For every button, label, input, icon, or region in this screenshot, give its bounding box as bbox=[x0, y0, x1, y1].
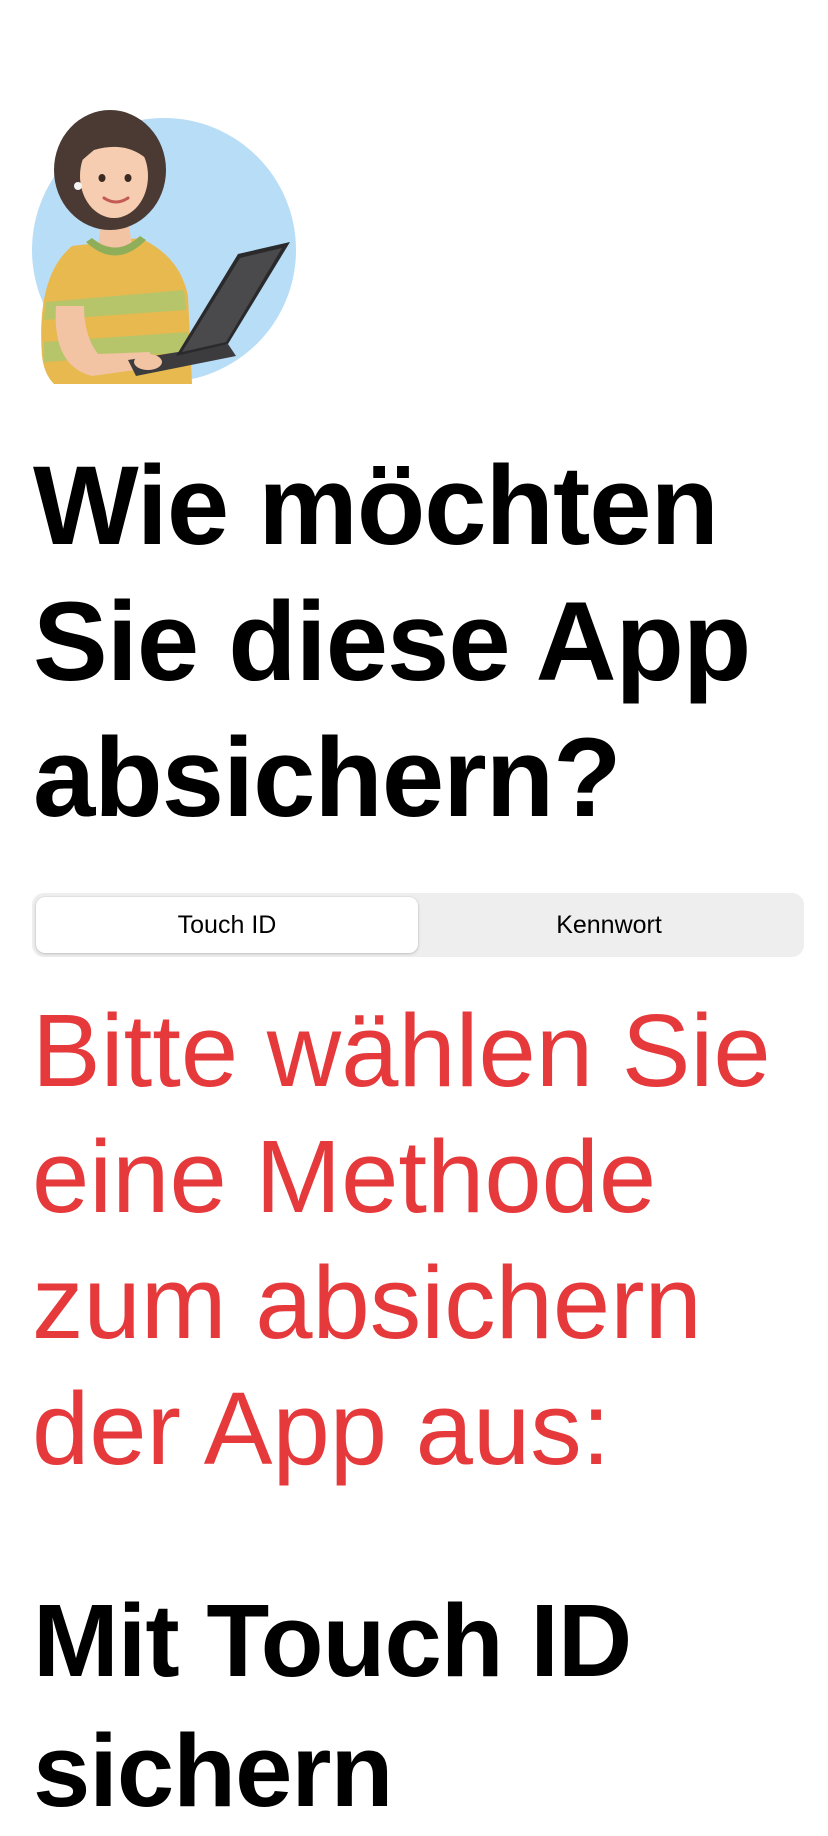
method-selection-hint: Bitte wählen Sie eine Methode zum absich… bbox=[32, 993, 771, 1486]
page-title: Wie möchten Sie diese App absichern? bbox=[33, 443, 751, 840]
segment-touch-id[interactable]: Touch ID bbox=[36, 897, 418, 953]
section-title-touch-id: Mit Touch ID sichern bbox=[33, 1583, 632, 1828]
security-method-segmented-control: Touch ID Kennwort bbox=[32, 893, 804, 957]
woman-with-laptop-illustration bbox=[32, 106, 296, 384]
segment-kennwort[interactable]: Kennwort bbox=[418, 897, 800, 953]
